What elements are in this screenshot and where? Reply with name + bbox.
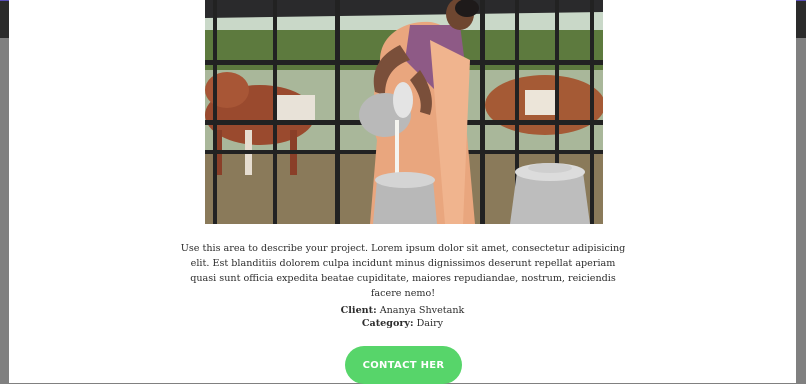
category-line: Category: Dairy	[9, 317, 796, 330]
project-description: Use this area to describe your project. …	[180, 243, 626, 299]
client-line: Client: Ananya Shvetank	[9, 304, 796, 317]
project-photo	[205, 0, 603, 224]
project-modal: Use this area to describe your project. …	[9, 0, 796, 384]
client-value: Ananya Shvetank	[379, 305, 465, 316]
client-label: Client:	[340, 305, 377, 316]
category-value: Dairy	[416, 318, 444, 329]
contact-button[interactable]: CONTACT HER	[345, 346, 462, 384]
dairy-farm-image	[205, 0, 603, 224]
category-label: Category:	[361, 318, 414, 329]
